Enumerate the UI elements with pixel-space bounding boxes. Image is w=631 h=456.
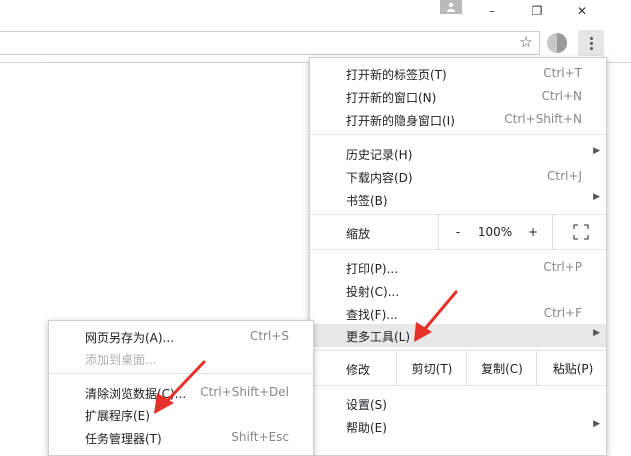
annotation-arrow-extensions: [154, 360, 206, 414]
annotation-arrow-more-tools: [414, 290, 458, 342]
annotation-arrows: [154, 290, 458, 414]
